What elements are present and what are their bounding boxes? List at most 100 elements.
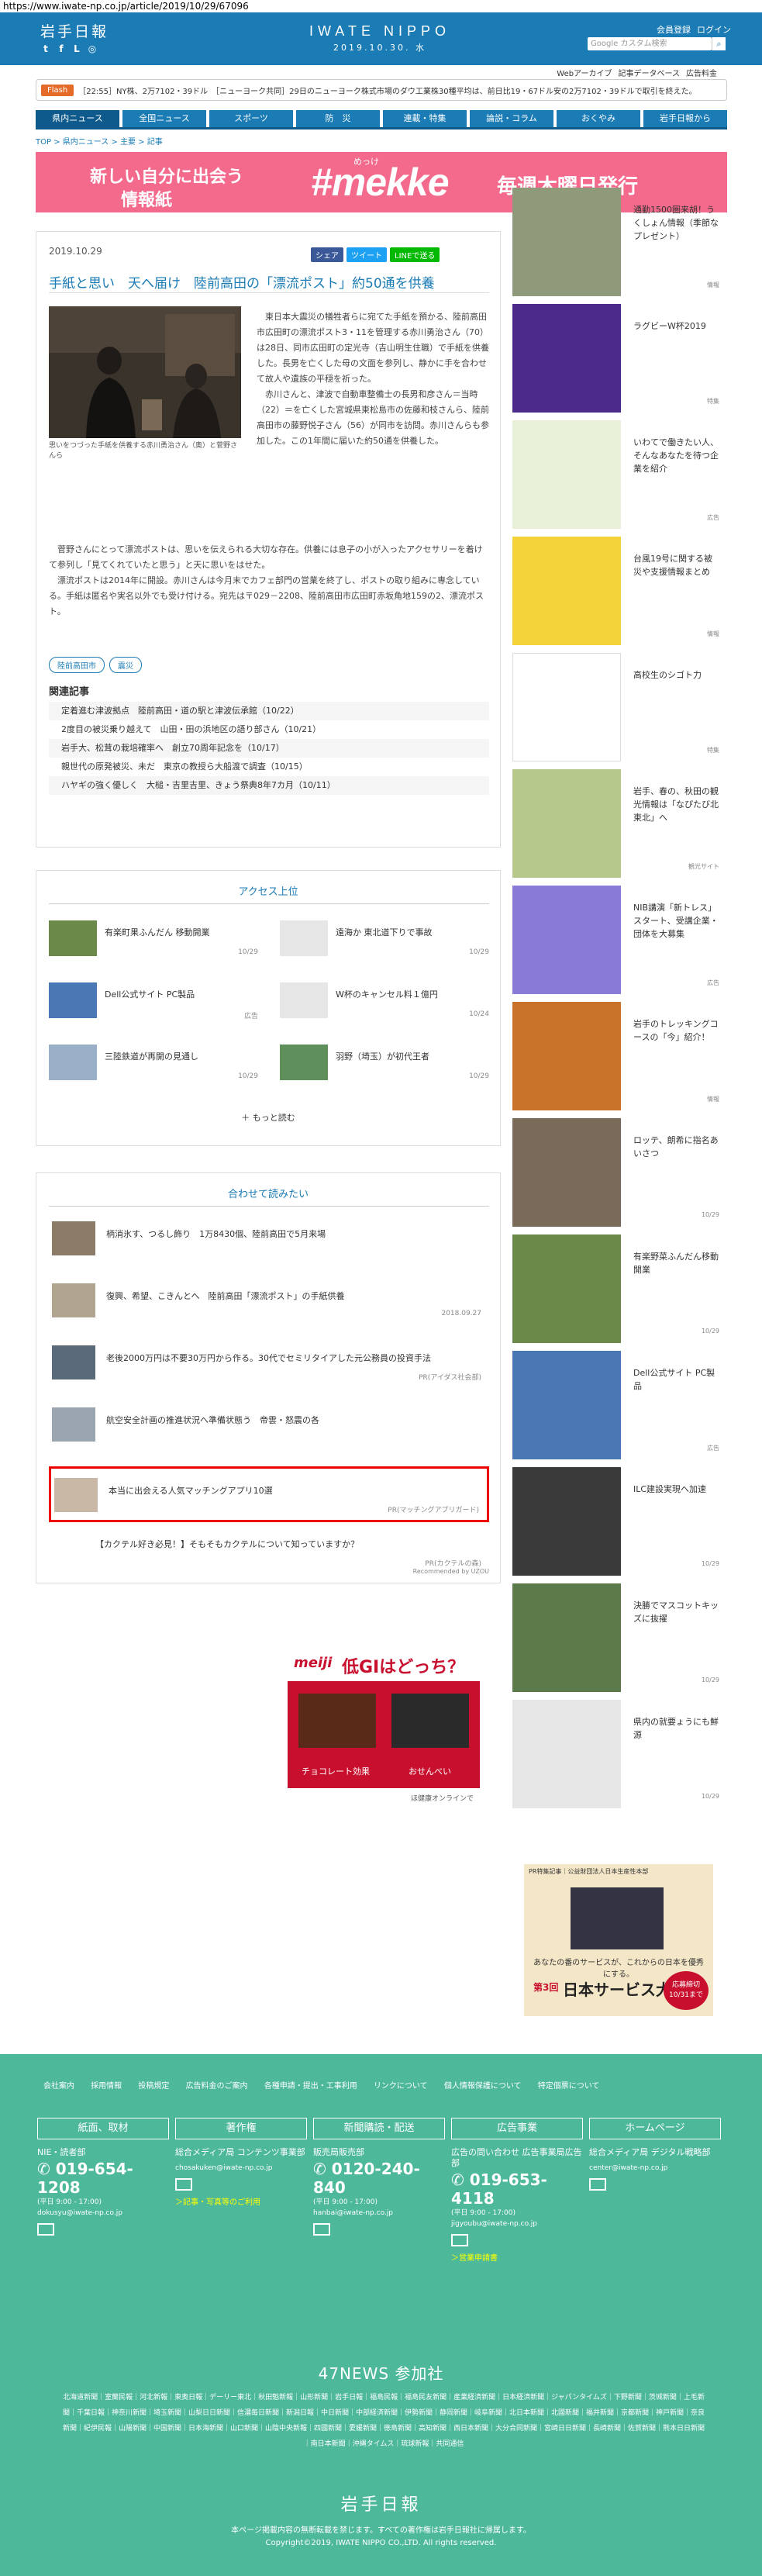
contact-email[interactable]: center@iwate-np.co.jp	[589, 2163, 721, 2174]
mail-icon[interactable]	[313, 2223, 330, 2236]
article-photo[interactable]	[49, 306, 241, 438]
footer-link[interactable]: リンクについて	[374, 2082, 428, 2091]
rank-item[interactable]: W杯のキャンセル料１億円 10/24	[280, 978, 489, 1024]
facebook-share-button[interactable]: シェア	[311, 247, 343, 262]
nav-disaster[interactable]: 防 災	[296, 110, 380, 127]
nav-obituaries[interactable]: おくやみ	[557, 110, 640, 127]
address-bar[interactable]: https://www.iwate-np.co.jp/article/2019/…	[0, 0, 762, 12]
contact-email[interactable]: hanbai@iwate-np.co.jp	[313, 2208, 445, 2219]
sidebar-meta: 広告	[707, 1445, 719, 1452]
rank-item[interactable]: 羽野（埼玉）が初代王者 10/29	[280, 1040, 489, 1086]
reco-source: 2018.09.27	[441, 1310, 481, 1317]
related-item[interactable]: ハヤギの強く優しく 大槌・吉里吉里、きょう祭典8年7カ月（10/11）	[49, 776, 489, 795]
search-icon[interactable]: ⌕	[712, 37, 726, 50]
sidebar-item[interactable]: 決勝でマスコットキッズに抜擢 10/29	[508, 1583, 727, 1692]
register-link[interactable]: 会員登録	[657, 23, 691, 36]
ad-rates-link[interactable]: 広告料金	[686, 67, 717, 78]
nav-national-news[interactable]: 全国ニュース	[122, 110, 206, 127]
search-input[interactable]: Google カスタム検索	[588, 37, 712, 50]
rank-item[interactable]: Dell公式サイト PC製品 広告	[49, 978, 258, 1024]
mail-icon[interactable]	[451, 2234, 468, 2246]
footer-link[interactable]: 投稿規定	[138, 2082, 169, 2091]
application-link[interactable]: ＞営業申請書	[451, 2251, 583, 2263]
line-icon[interactable]: L	[71, 43, 82, 54]
footer-link[interactable]: 採用情報	[91, 2082, 122, 2091]
sidebar-item[interactable]: 通勤1500圏来胡！うくしょん情報（季節なプレゼント） 情報	[508, 188, 727, 296]
rank-item[interactable]: 遠海か 東北道下りで事故 10/29	[280, 916, 489, 962]
sidebar-thumb	[512, 188, 621, 296]
flash-news[interactable]: Flash ［22:55］NY株、2万7102・39ドル ［ニューヨーク共同］2…	[36, 79, 727, 101]
flash-text[interactable]: ［22:55］NY株、2万7102・39ドル ［ニューヨーク共同］29日のニュー…	[78, 85, 696, 96]
sidebar-item[interactable]: 台風19号に関する被災や支援情報まとめ 情報	[508, 537, 727, 645]
footer-logo[interactable]: 岩手日報	[0, 2491, 762, 2516]
more-button[interactable]: ＋ もっと読む	[36, 1111, 500, 1124]
powered-by[interactable]: Recommended by UZOU	[413, 1568, 489, 1575]
tweet-button[interactable]: ツイート	[347, 247, 387, 262]
twitter-icon[interactable]: t	[40, 43, 51, 54]
contact-col-copyright: 著作権 総合メディア局 コンテンツ事業部 chosakuken@iwate-np…	[175, 2118, 307, 2263]
sidebar-item[interactable]: 高校生のシゴト力 特集	[508, 653, 727, 761]
login-link[interactable]: ログイン	[697, 23, 731, 36]
contact-phone[interactable]: ✆ 019-653-4118	[451, 2170, 583, 2208]
contact-columns: 紙面、取材 NIE・読者部 ✆ 019-654-1208 (平日 9:00 - …	[37, 2118, 721, 2263]
nav-from-nippo[interactable]: 岩手日報から	[643, 110, 727, 127]
footer-link[interactable]: 個人情報保護について	[444, 2082, 522, 2091]
tag-disaster[interactable]: 震災	[109, 657, 142, 673]
sidebar-item[interactable]: Dell公式サイト PC製品 広告	[508, 1351, 727, 1459]
mail-icon[interactable]	[589, 2178, 606, 2191]
reco-item-highlighted[interactable]: 本当に出会える人気マッチングアプリ10選 PR(マッチングアプリガード)	[49, 1466, 489, 1522]
rank-item[interactable]: 有楽町果ふんだん 移動開業 10/29	[49, 916, 258, 962]
nav-sports[interactable]: スポーツ	[209, 110, 293, 127]
nav-features[interactable]: 連載・特集	[383, 110, 467, 127]
breadcrumb[interactable]: TOP > 県内ニュース > 主要 > 記事	[36, 135, 163, 147]
mail-icon[interactable]	[175, 2178, 192, 2191]
sidebar-item[interactable]: 岩手、春の、秋田の観光情報は「なぴたび北東北」へ 観光サイト	[508, 769, 727, 878]
usage-link[interactable]: ＞記事・写真等のご利用	[175, 2195, 307, 2207]
nav-editorial[interactable]: 論説・コラム	[470, 110, 553, 127]
footer-link[interactable]: 特定個票について	[538, 2082, 600, 2091]
reco-item[interactable]: 柄消氷す、つるし飾り 1万8430個、陸前高田で5月来場	[49, 1212, 489, 1268]
meiji-ad[interactable]: meiji 低GIはどっち？ チョコレート効果 おせんべい ほ健康オンラインで	[288, 1647, 480, 1807]
site-logo[interactable]: 岩手日報	[40, 20, 109, 41]
sidebar-thumb	[512, 1700, 621, 1808]
related-item[interactable]: 定着進む津波拠点 陸前高田・道の駅と津波伝承館（10/22）	[49, 702, 489, 720]
related-item[interactable]: 親世代の原発被災、未だ 東京の教授ら大船渡で調査（10/15）	[49, 758, 489, 776]
contact-phone[interactable]: ✆ 019-654-1208	[37, 2160, 169, 2197]
related-item[interactable]: 岩手大、松茸の栽培確率へ 創立70周年記念を（10/17）	[49, 739, 489, 758]
contact-email[interactable]: jigyoubu@iwate-np.co.jp	[451, 2219, 583, 2229]
sidebar-item[interactable]: NIB講演「新トレス」スタート、受講企業・団体を大募集 広告	[508, 886, 727, 994]
sidebar-title: 県内の就要ょうにも鮮源	[633, 1717, 719, 1740]
instagram-icon[interactable]: ◎	[87, 43, 98, 54]
sidebar-item[interactable]: いわてで働きたい人、そんなあなたを待つ企業を紹介 広告	[508, 420, 727, 529]
sidebar-item[interactable]: ILC建設実現へ加速 10/29	[508, 1467, 727, 1576]
footer-link[interactable]: 会社案内	[43, 2082, 74, 2091]
archive-link[interactable]: Webアーカイブ	[557, 67, 612, 78]
footer-link[interactable]: 広告料金のご案内	[186, 2082, 248, 2091]
phone-icon: ✆	[451, 2170, 470, 2189]
sidebar-item[interactable]: 岩手のトレッキングコースの「今」紹介！ 情報	[508, 1002, 727, 1110]
nav-local-news[interactable]: 県内ニュース	[36, 110, 119, 127]
line-share-button[interactable]: LINEで送る	[390, 247, 440, 262]
reco-item[interactable]: 航空安全計画の推進状況へ準備状態う 帝雲・怒震の各	[49, 1398, 489, 1454]
sidebar-item[interactable]: 県内の就要ょうにも鮮源 10/29	[508, 1700, 727, 1808]
member-papers[interactable]: 北海道新聞｜室蘭民報｜河北新報｜東奥日報｜デーリー東北｜秋田魁新報｜山形新聞｜岩…	[62, 2390, 705, 2452]
contact-col-heading: 新聞購読・配送	[313, 2118, 445, 2139]
rank-item[interactable]: 三陸鉄道が再開の見通し 10/29	[49, 1040, 258, 1086]
footer-link[interactable]: 各種申請・提出・工事利用	[264, 2082, 357, 2091]
rank-thumb	[280, 1045, 328, 1080]
contact-email[interactable]: dokusyu@iwate-np.co.jp	[37, 2208, 169, 2219]
sidebar-thumb	[512, 304, 621, 413]
facebook-icon[interactable]: f	[56, 43, 67, 54]
tag-rikuzentakata[interactable]: 陸前高田市	[49, 657, 105, 673]
sidebar-item[interactable]: ラグビーW杯2019 特集	[508, 304, 727, 413]
mail-icon[interactable]	[37, 2223, 54, 2236]
database-link[interactable]: 記事データベース	[619, 67, 681, 78]
sidebar-item[interactable]: ロッテ、朗希に指名あいさつ 10/29	[508, 1118, 727, 1227]
related-item[interactable]: 2度目の被災乗り越えて 山田・田の浜地区の語り部さん（10/21）	[49, 720, 489, 739]
reco-item[interactable]: 復興、希望、こきんとへ 陸前高田「漂流ポスト」の手紙供養 2018.09.27	[49, 1274, 489, 1330]
contact-phone[interactable]: ✆ 0120-240-840	[313, 2160, 445, 2197]
service-award-ad[interactable]: PR特集記事｜公益財団法人日本生産性本部 あなたの番のサービスが、これからの日本…	[524, 1864, 713, 2016]
reco-item[interactable]: 老後2000万円は不要30万円から作る。30代でセミリタイアした元公務員の投資手…	[49, 1336, 489, 1392]
sidebar-item[interactable]: 有楽野菜ふんだん移動開業 10/29	[508, 1234, 727, 1343]
contact-email[interactable]: chosakuken@iwate-np.co.jp	[175, 2163, 307, 2174]
